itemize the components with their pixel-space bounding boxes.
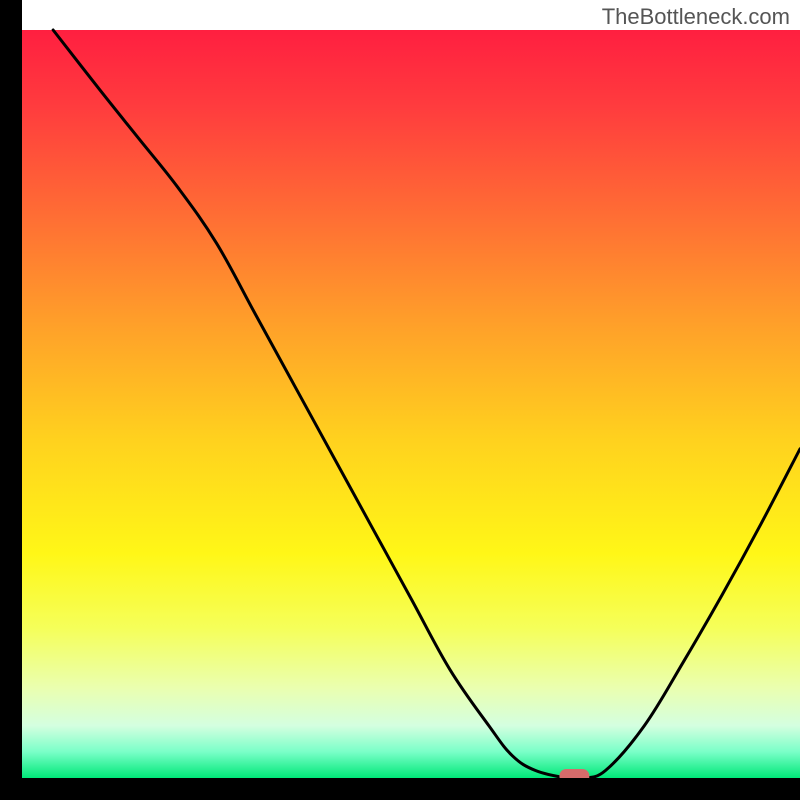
- chart-background: [22, 30, 800, 778]
- chart-svg: [0, 0, 800, 800]
- watermark-text: TheBottleneck.com: [602, 4, 790, 30]
- y-axis: [0, 0, 22, 800]
- x-axis: [0, 778, 800, 800]
- bottleneck-chart: [0, 0, 800, 800]
